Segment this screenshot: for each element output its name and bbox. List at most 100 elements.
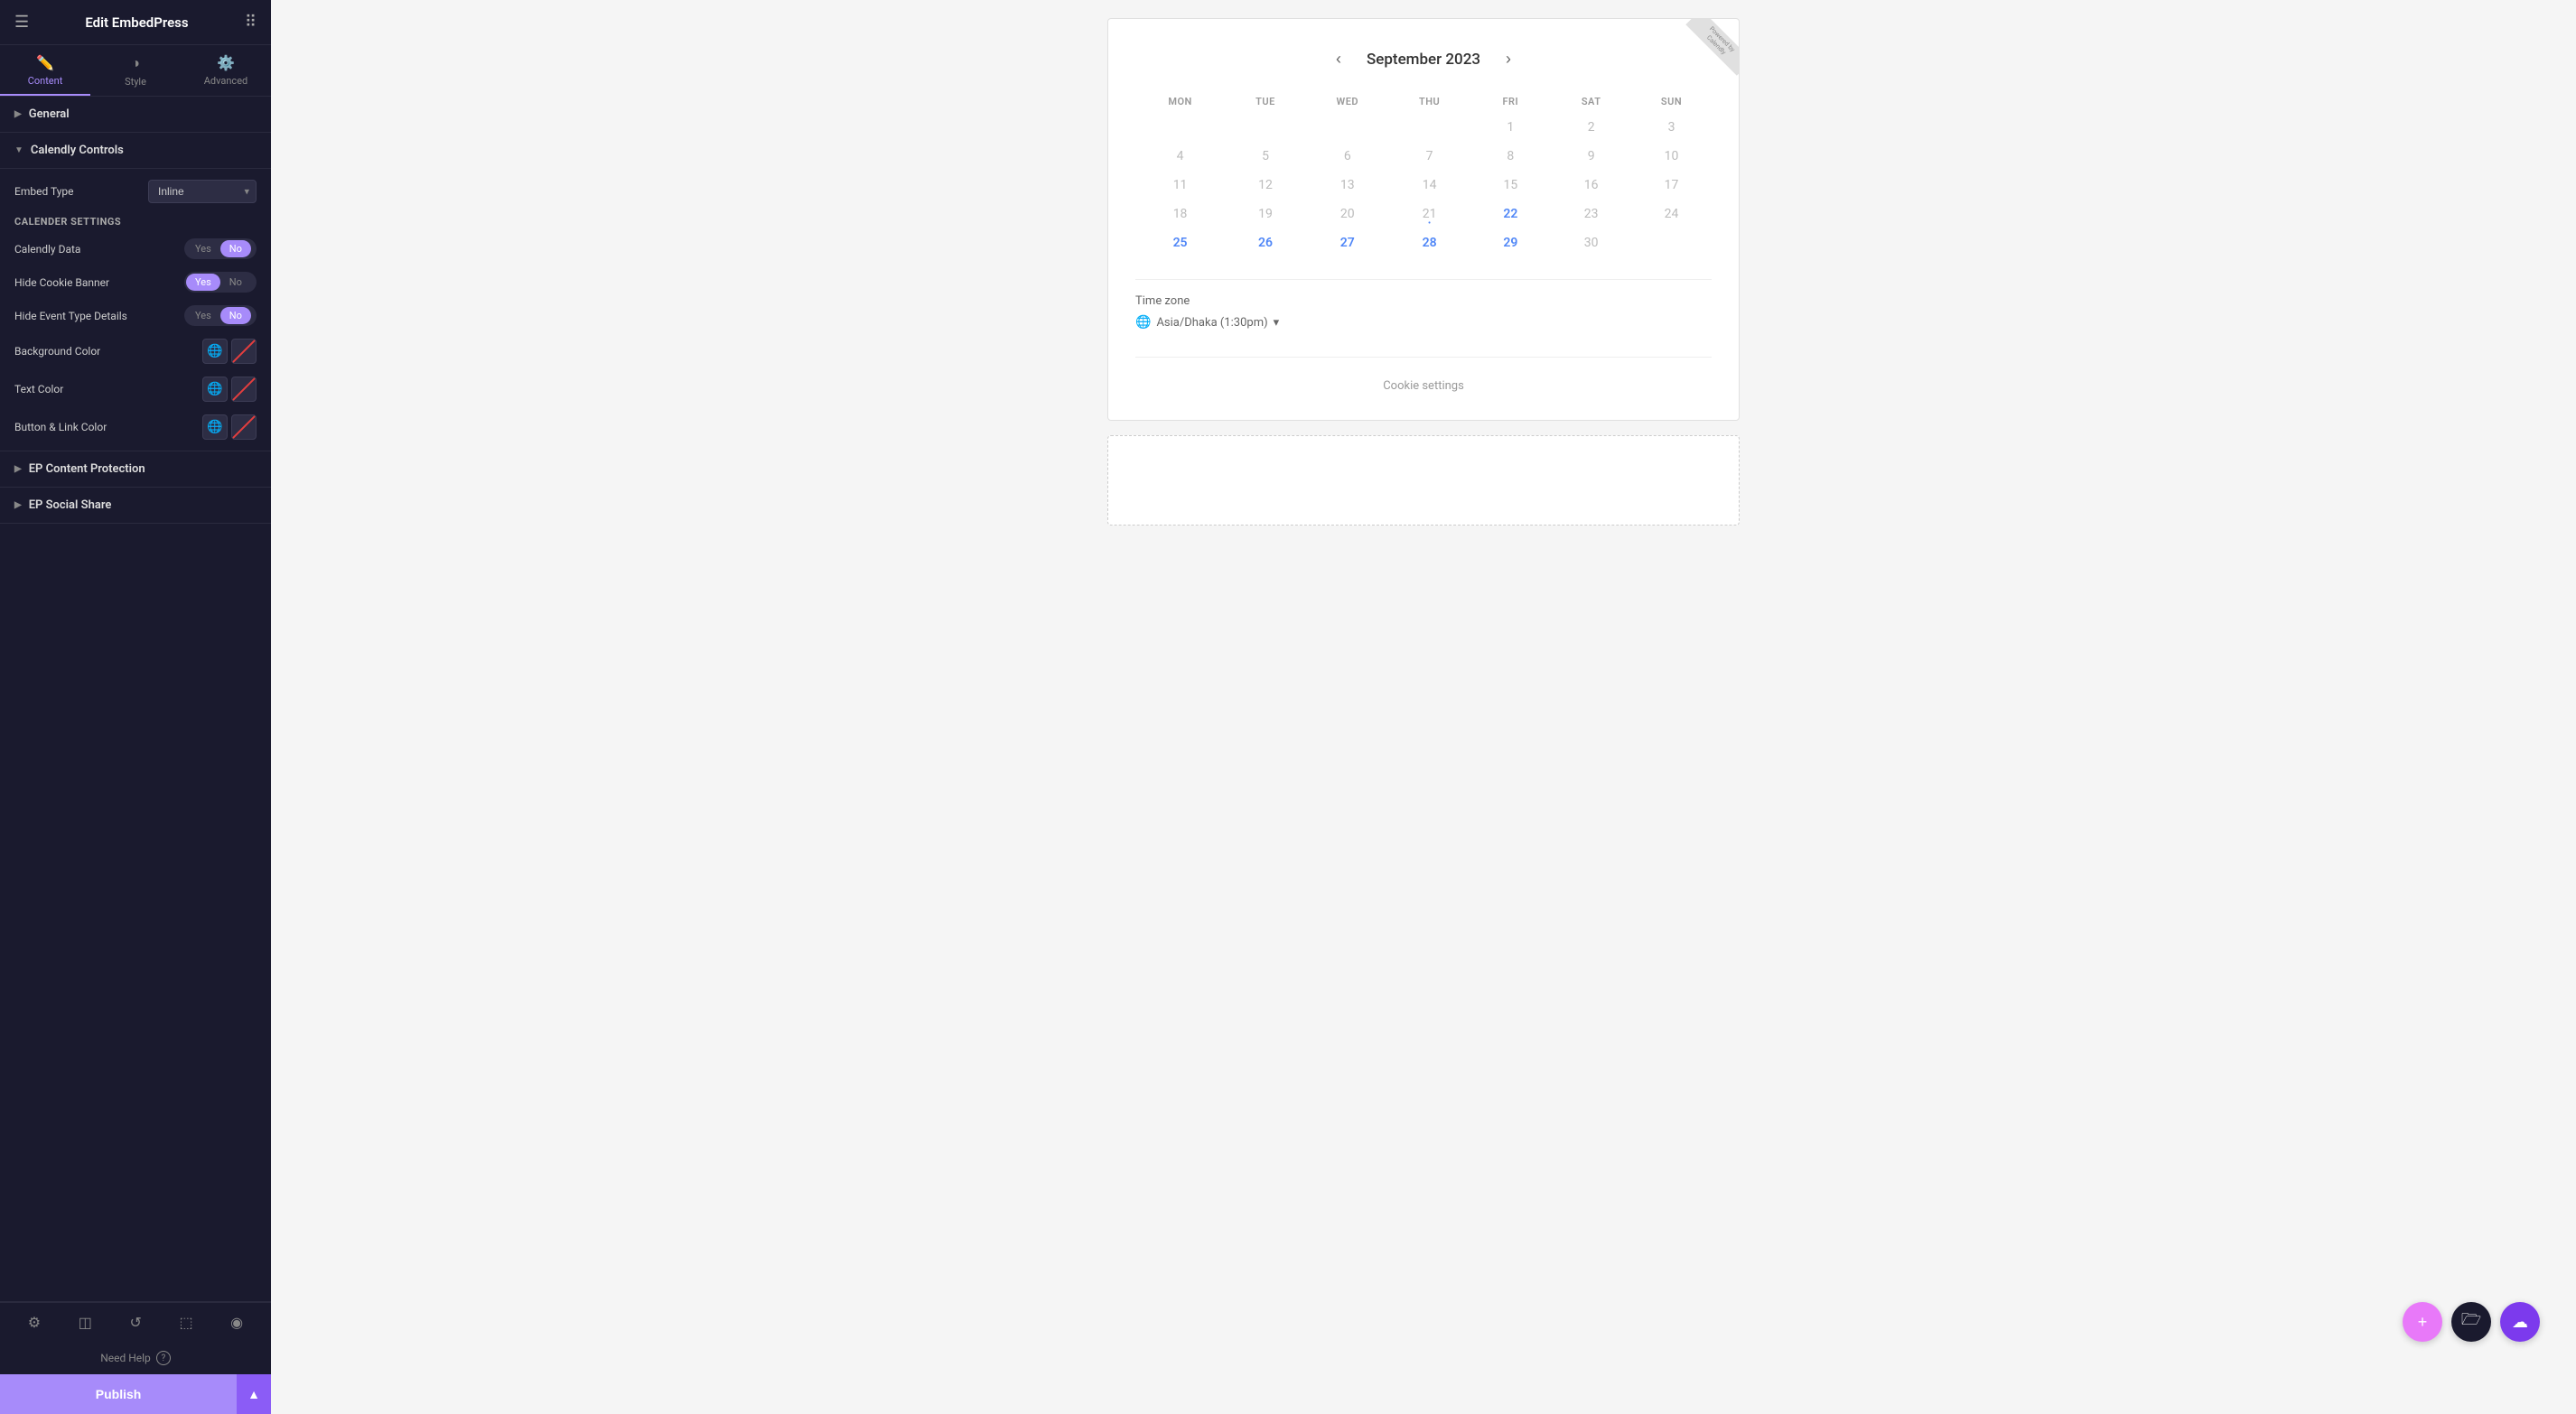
timezone-value: Asia/Dhaka (1:30pm) — [1156, 316, 1267, 330]
calendar-day-4-2[interactable]: 27 — [1306, 228, 1389, 257]
text-color-slash-btn[interactable] — [231, 377, 257, 402]
layers-icon[interactable]: ◫ — [71, 1310, 99, 1335]
calendly-data-toggle[interactable]: Yes No — [184, 238, 257, 259]
calendar-day-4-0[interactable]: 25 — [1135, 228, 1225, 257]
timezone-label: Time zone — [1135, 294, 1712, 308]
tab-style[interactable]: ◑ Style — [90, 45, 181, 96]
sidebar-tabs: ✏️ Content ◑ Style ⚙️ Advanced — [0, 45, 271, 97]
calendar-day-1-0: 4 — [1135, 142, 1225, 171]
button-color-label: Button & Link Color — [14, 421, 107, 433]
calendar-day-4-1[interactable]: 26 — [1225, 228, 1306, 257]
need-help-row[interactable]: Need Help ? — [0, 1342, 271, 1374]
calendar-day-0-3 — [1389, 113, 1470, 142]
section-calendly-controls[interactable]: ▼ Calendly Controls — [0, 133, 271, 169]
hide-cookie-yes[interactable]: Yes — [186, 274, 220, 291]
calendar-day-4-3[interactable]: 28 — [1389, 228, 1470, 257]
embed-type-select[interactable]: Inline Popup Widget Popup Text — [148, 180, 257, 203]
calendar-day-1-5: 9 — [1551, 142, 1631, 171]
calendar-day-2-1: 12 — [1225, 171, 1306, 200]
style-tab-icon: ◑ — [131, 54, 140, 72]
settings-icon[interactable]: ⚙ — [21, 1310, 48, 1335]
section-ep-content-protection[interactable]: ▶ EP Content Protection — [0, 451, 271, 488]
calendly-data-label: Calendly Data — [14, 243, 80, 256]
section-calendly-label: Calendly Controls — [31, 144, 124, 157]
timezone-selector[interactable]: 🌐 Asia/Dhaka (1:30pm) ▾ — [1135, 315, 1712, 330]
button-color-row: Button & Link Color 🌐 — [14, 414, 257, 440]
timezone-globe-icon: 🌐 — [1135, 315, 1151, 330]
background-color-row: Background Color 🌐 — [14, 339, 257, 364]
calendar-day-0-6: 3 — [1631, 113, 1712, 142]
floating-actions: + 🗁 ☁ — [2403, 1302, 2540, 1342]
hide-cookie-toggle[interactable]: Yes No — [184, 272, 257, 293]
section-ep-social-share[interactable]: ▶ EP Social Share — [0, 488, 271, 524]
hide-event-no[interactable]: No — [220, 307, 251, 324]
text-color-controls: 🌐 — [202, 377, 257, 402]
calendar-next-btn[interactable]: › — [1498, 46, 1518, 72]
background-color-globe-btn[interactable]: 🌐 — [202, 339, 228, 364]
tab-style-label: Style — [125, 76, 146, 88]
responsive-icon[interactable]: ⬚ — [172, 1310, 200, 1335]
text-color-label: Text Color — [14, 383, 63, 395]
calendar-container: ‹ September 2023 › MON TUE WED THU FRI S… — [1135, 46, 1712, 393]
hide-event-toggle[interactable]: Yes No — [184, 305, 257, 326]
calendar-table: MON TUE WED THU FRI SAT SUN 123456789101… — [1135, 90, 1712, 257]
calendar-week-2: 11121314151617 — [1135, 171, 1712, 200]
calendar-day-3-6: 24 — [1631, 200, 1712, 228]
calendar-day-3-4[interactable]: 22 — [1470, 200, 1551, 228]
calendar-day-2-3: 14 — [1389, 171, 1470, 200]
calendar-thead: MON TUE WED THU FRI SAT SUN — [1135, 90, 1712, 113]
content-tab-icon: ✏️ — [36, 54, 54, 71]
calendar-day-0-2 — [1306, 113, 1389, 142]
text-color-row: Text Color 🌐 — [14, 377, 257, 402]
calendar-day-0-4: 1 — [1470, 113, 1551, 142]
tab-content[interactable]: ✏️ Content — [0, 45, 90, 96]
calendar-prev-btn[interactable]: ‹ — [1329, 46, 1349, 72]
sidebar: ☰ Edit EmbedPress ⠿ ✏️ Content ◑ Style ⚙… — [0, 0, 271, 1414]
calendly-arrow-icon: ▼ — [14, 145, 23, 155]
background-color-label: Background Color — [14, 345, 100, 358]
calendar-day-3-3: 21 — [1389, 200, 1470, 228]
calendar-day-2-4: 15 — [1470, 171, 1551, 200]
fab-plus-button[interactable]: + — [2403, 1302, 2442, 1342]
publish-expand-button[interactable]: ▲ — [237, 1374, 271, 1414]
calendly-data-no[interactable]: No — [220, 240, 251, 257]
fab-folder-button[interactable]: 🗁 — [2451, 1302, 2491, 1342]
hide-event-yes[interactable]: Yes — [186, 307, 220, 324]
advanced-tab-icon: ⚙️ — [217, 54, 235, 71]
calendar-day-4-4[interactable]: 29 — [1470, 228, 1551, 257]
calendar-day-4-5: 30 — [1551, 228, 1631, 257]
grid-icon[interactable]: ⠿ — [245, 13, 257, 32]
ep-social-arrow-icon: ▶ — [14, 500, 22, 510]
calendar-body: 1234567891011121314151617181920212223242… — [1135, 113, 1712, 257]
cookie-settings-link[interactable]: Cookie settings — [1383, 379, 1464, 393]
day-header-fri: FRI — [1470, 90, 1551, 113]
section-general[interactable]: ▶ General — [0, 97, 271, 133]
embed-type-select-wrapper: Inline Popup Widget Popup Text — [148, 180, 257, 203]
text-color-globe-btn[interactable]: 🌐 — [202, 377, 228, 402]
button-color-slash-btn[interactable] — [231, 414, 257, 440]
hide-event-label: Hide Event Type Details — [14, 310, 127, 322]
history-icon[interactable]: ↺ — [122, 1310, 148, 1335]
day-header-mon: MON — [1135, 90, 1225, 113]
calendar-day-2-6: 17 — [1631, 171, 1712, 200]
embed-type-row: Embed Type Inline Popup Widget Popup Tex… — [14, 180, 257, 203]
publish-button[interactable]: Publish — [0, 1374, 237, 1414]
calendar-week-4: 252627282930 — [1135, 228, 1712, 257]
button-color-globe-btn[interactable]: 🌐 — [202, 414, 228, 440]
calendar-day-1-6: 10 — [1631, 142, 1712, 171]
background-color-slash-btn[interactable] — [231, 339, 257, 364]
tab-advanced[interactable]: ⚙️ Advanced — [181, 45, 271, 96]
calendar-week-3: 18192021222324 — [1135, 200, 1712, 228]
section-ep-social-label: EP Social Share — [29, 498, 112, 512]
powered-by-ribbon: Powered byCalendly — [1666, 19, 1739, 91]
preview-icon[interactable]: ◉ — [223, 1310, 250, 1335]
section-general-label: General — [29, 107, 70, 121]
hide-cookie-no[interactable]: No — [220, 274, 251, 291]
second-section — [1107, 435, 1740, 526]
hamburger-icon[interactable]: ☰ — [14, 13, 29, 32]
day-header-wed: WED — [1306, 90, 1389, 113]
calendar-day-2-2: 13 — [1306, 171, 1389, 200]
hide-cookie-label: Hide Cookie Banner — [14, 276, 109, 289]
calendly-data-yes[interactable]: Yes — [186, 240, 220, 257]
fab-cloud-button[interactable]: ☁ — [2500, 1302, 2540, 1342]
